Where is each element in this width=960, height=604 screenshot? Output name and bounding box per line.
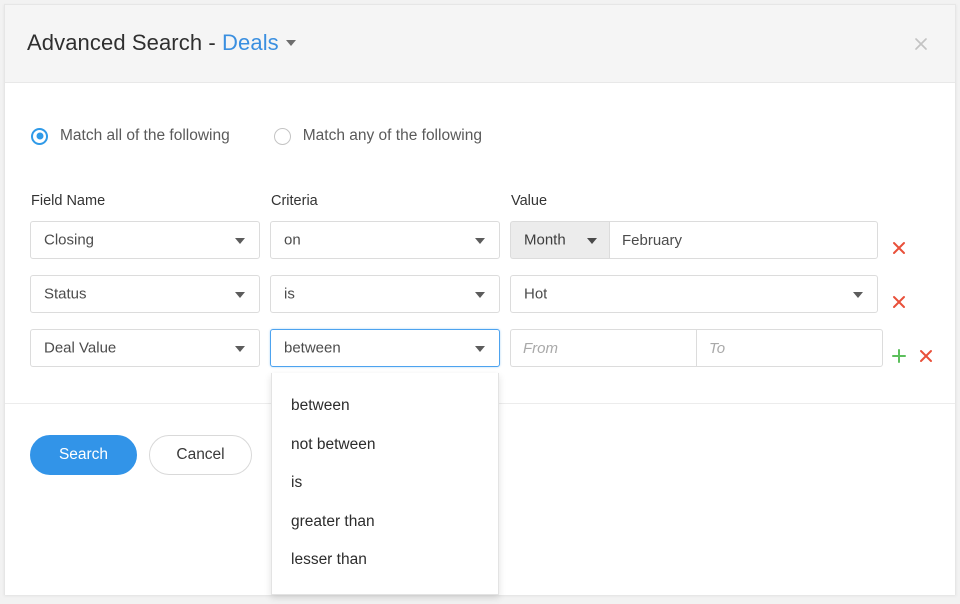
- field-name-value-row3: Deal Value: [44, 340, 116, 357]
- close-icon[interactable]: [909, 32, 933, 56]
- chevron-down-icon: [475, 346, 485, 352]
- chevron-down-icon: [235, 292, 245, 298]
- criteria-value-row1: on: [284, 232, 301, 249]
- value-select-row2[interactable]: Hot: [510, 275, 878, 313]
- column-header-criteria: Criteria: [271, 193, 318, 209]
- page-title: Advanced Search - Deals: [27, 30, 296, 56]
- dropdown-option-between[interactable]: between: [272, 387, 498, 426]
- dropdown-option-greater-than[interactable]: greater than: [272, 503, 498, 542]
- criteria-value-row3: between: [284, 340, 341, 357]
- dialog-body: Match all of the following Match any of …: [5, 83, 955, 403]
- field-name-select-row1[interactable]: Closing: [30, 221, 260, 259]
- radio-match-any-label: Match any of the following: [303, 127, 482, 145]
- column-headers: Field Name Criteria Value: [5, 193, 955, 213]
- module-selector-deals[interactable]: Deals: [222, 30, 279, 55]
- criteria-dropdown-menu: between not between is greater than less…: [271, 373, 499, 595]
- radio-match-all[interactable]: Match all of the following: [31, 127, 230, 145]
- value-from-input-row3[interactable]: [510, 329, 696, 367]
- dropdown-option-is[interactable]: is: [272, 464, 498, 503]
- criteria-row: Status is Hot: [5, 275, 955, 329]
- column-header-field-name: Field Name: [31, 193, 105, 209]
- value-type-button-row1[interactable]: Month: [510, 221, 609, 259]
- criteria-select-row2[interactable]: is: [270, 275, 500, 313]
- chevron-down-icon: [587, 238, 597, 244]
- field-name-value-row2: Status: [44, 286, 87, 303]
- criteria-row: Closing on Month: [5, 221, 955, 275]
- search-button[interactable]: Search: [30, 435, 137, 475]
- chevron-down-icon: [235, 346, 245, 352]
- remove-row-icon-row1[interactable]: [889, 238, 909, 258]
- remove-row-icon-row3[interactable]: [916, 346, 936, 366]
- criteria-value-row2: is: [284, 286, 295, 303]
- criteria-select-row1[interactable]: on: [270, 221, 500, 259]
- column-header-value: Value: [511, 193, 547, 209]
- chevron-down-icon: [475, 238, 485, 244]
- dialog-header: Advanced Search - Deals: [5, 5, 955, 83]
- field-name-select-row2[interactable]: Status: [30, 275, 260, 313]
- match-mode-group: Match all of the following Match any of …: [31, 127, 526, 145]
- criteria-rows: Closing on Month: [5, 221, 955, 383]
- add-row-icon-row3[interactable]: [889, 346, 909, 366]
- radio-mark-icon: [274, 128, 291, 145]
- chevron-down-icon: [235, 238, 245, 244]
- radio-mark-icon: [31, 128, 48, 145]
- criteria-select-row3[interactable]: between: [270, 329, 500, 367]
- radio-match-any[interactable]: Match any of the following: [274, 127, 482, 145]
- value-input-row1[interactable]: [609, 221, 878, 259]
- radio-match-all-label: Match all of the following: [60, 127, 230, 145]
- dropdown-option-not-between[interactable]: not between: [272, 426, 498, 465]
- page-title-prefix: Advanced Search -: [27, 30, 222, 55]
- value-to-input-row3[interactable]: [696, 329, 883, 367]
- cancel-button[interactable]: Cancel: [149, 435, 252, 475]
- remove-row-icon-row2[interactable]: [889, 292, 909, 312]
- value-type-label-row1: Month: [524, 232, 566, 249]
- advanced-search-dialog: Advanced Search - Deals Match all of the…: [4, 4, 956, 595]
- chevron-down-icon: [853, 292, 863, 298]
- field-name-value-row1: Closing: [44, 232, 94, 249]
- value-value-row2: Hot: [524, 286, 547, 303]
- chevron-down-icon: [475, 292, 485, 298]
- chevron-down-icon[interactable]: [286, 40, 296, 46]
- dropdown-option-lesser-than[interactable]: lesser than: [272, 541, 498, 580]
- field-name-select-row3[interactable]: Deal Value: [30, 329, 260, 367]
